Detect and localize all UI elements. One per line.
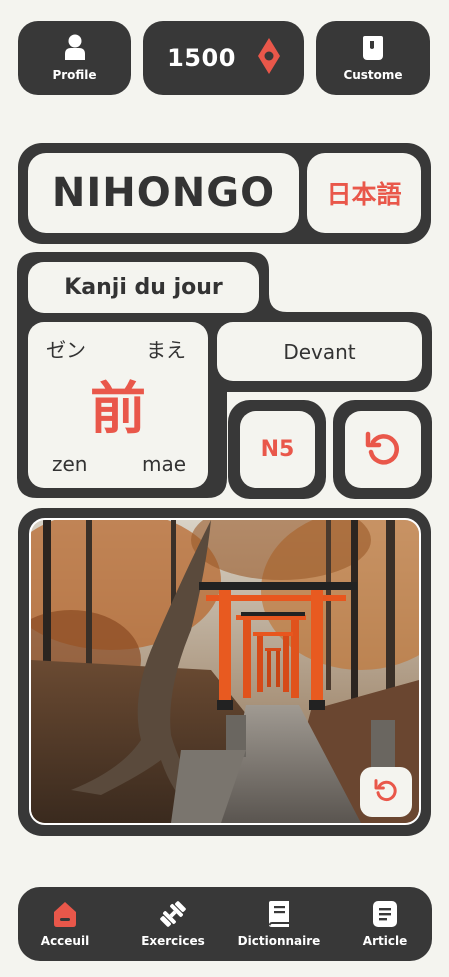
refresh-kanji-button[interactable] <box>345 411 421 488</box>
nav-label-article: Article <box>362 934 408 948</box>
custome-label: Custome <box>343 68 403 82</box>
book-icon <box>267 899 291 929</box>
kunyomi-reading: まえ <box>146 338 186 362</box>
kanji-of-the-day-title: Kanji du jour <box>28 262 259 313</box>
profile-label: Profile <box>52 68 97 82</box>
kanji-card[interactable]: ゼン まえ 前 zen mae <box>28 322 208 488</box>
document-icon <box>372 899 398 929</box>
home-icon <box>50 899 80 929</box>
onyomi-reading: ゼン <box>46 338 86 362</box>
custome-button[interactable]: Custome <box>316 21 430 95</box>
nav-item-accueil[interactable]: Acceuil <box>32 899 98 955</box>
nav-item-dictionnaire[interactable]: Dictionnaire <box>234 899 324 955</box>
onyomi-romaji: zen <box>52 452 88 476</box>
paint-bucket-icon <box>361 34 385 64</box>
dumbbell-icon <box>158 899 188 929</box>
profile-button[interactable]: Profile <box>18 21 131 95</box>
kanji-meaning: Devant <box>217 322 422 381</box>
refresh-icon <box>374 778 398 806</box>
kunyomi-romaji: mae <box>142 452 187 476</box>
location-pin-icon <box>257 38 280 78</box>
app-title-japanese: 日本語 <box>307 153 421 233</box>
bottom-navigation: Acceuil Exercices Dictionnaire Article <box>18 887 432 961</box>
nav-item-article[interactable]: Article <box>352 899 418 955</box>
title-card: NIHONGO 日本語 <box>18 143 431 244</box>
nav-label-exercices: Exercices <box>141 934 205 948</box>
kanji-character: 前 <box>90 377 146 442</box>
nav-label-accueil: Acceuil <box>40 934 90 948</box>
nav-item-exercices[interactable]: Exercices <box>133 899 213 955</box>
nav-label-dictionnaire: Dictionnaire <box>237 934 321 948</box>
jlpt-level-badge[interactable]: N5 <box>240 411 315 488</box>
refresh-image-button[interactable] <box>360 767 412 817</box>
person-icon <box>64 34 85 64</box>
points-value: 1500 <box>167 44 236 72</box>
app-title: NIHONGO <box>28 153 299 233</box>
points-button[interactable]: 1500 <box>143 21 304 95</box>
refresh-icon <box>365 430 401 470</box>
